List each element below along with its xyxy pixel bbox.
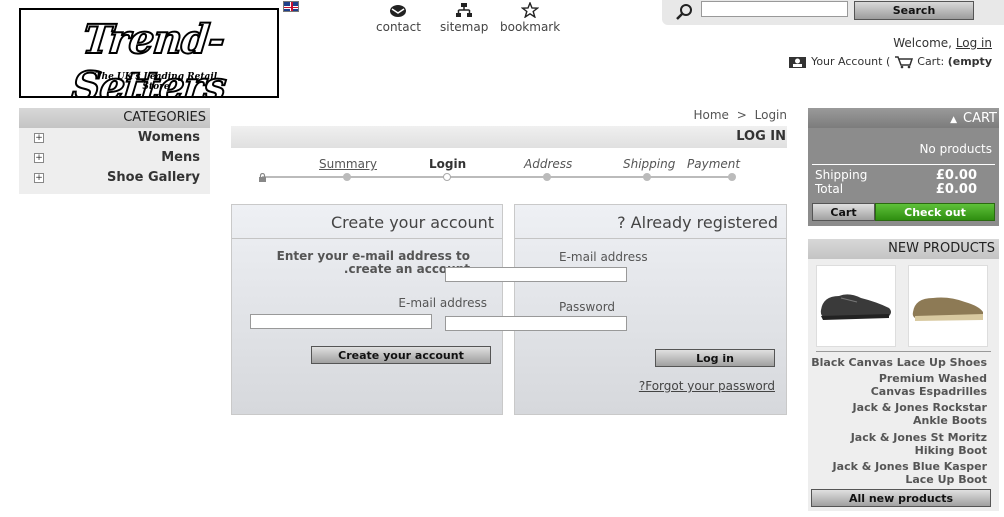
- star-icon: [520, 1, 540, 19]
- envelope-icon: [389, 2, 407, 18]
- create-account-instructions: Enter your e-mail address to .create an …: [232, 250, 470, 276]
- login-email-field[interactable]: [445, 267, 627, 282]
- already-registered-title: ? Already registered: [515, 205, 786, 239]
- category-mens[interactable]: + Mens: [19, 148, 210, 168]
- account-paren: (: [885, 55, 891, 68]
- login-link[interactable]: Log in: [956, 36, 992, 50]
- cart-link[interactable]: Cart:: [917, 55, 944, 68]
- step-dot-payment: [728, 173, 736, 181]
- category-label: Shoe Gallery: [107, 170, 200, 185]
- cart-total-row: Total £0.00: [815, 182, 977, 197]
- bookmark-link[interactable]: bookmark: [500, 1, 561, 34]
- cart-block: ▲ CART No products Shipping £0.00 Total £…: [808, 108, 999, 226]
- account-cart-line: Your Account ( Cart: (empty: [788, 55, 992, 69]
- total-value: £0.00: [935, 182, 977, 197]
- cart-shipping-row: Shipping £0.00: [815, 168, 977, 183]
- step-dot-login: [443, 173, 451, 181]
- cart-empty-text: No products: [919, 142, 992, 156]
- expand-icon[interactable]: +: [34, 173, 44, 183]
- logo-tagline: The UK's Leading Retail Store: [94, 72, 218, 92]
- sitemap-label: sitemap: [440, 20, 489, 34]
- login-button[interactable]: Log in: [655, 349, 775, 367]
- create-account-panel: Create your account Enter your e-mail ad…: [231, 204, 503, 415]
- step-dot-address: [543, 173, 551, 181]
- checkout-button[interactable]: Check out: [875, 203, 995, 221]
- step-payment: Payment: [687, 157, 741, 171]
- products-divider: [816, 351, 991, 352]
- contact-label: contact: [376, 20, 421, 34]
- product-image-espadrille[interactable]: [908, 265, 988, 347]
- breadcrumb-home[interactable]: Home: [693, 108, 728, 122]
- password-field[interactable]: [445, 316, 627, 331]
- new-products-block: NEW PRODUCTS Black Canvas Lace Up Shoes …: [808, 239, 999, 511]
- step-shipping: Shipping: [623, 157, 676, 171]
- account-icon: [788, 55, 808, 69]
- all-new-products-button[interactable]: All new products: [811, 489, 991, 507]
- site-logo[interactable]: Trend-Setters The UK's Leading Retail St…: [19, 8, 279, 98]
- cart-button[interactable]: Cart: [812, 203, 875, 221]
- collapse-arrow-icon[interactable]: ▲: [950, 115, 957, 125]
- new-products-title: NEW PRODUCTS: [808, 239, 999, 259]
- category-shoe-gallery[interactable]: + Shoe Gallery: [19, 168, 210, 188]
- password-label: Password: [559, 300, 616, 314]
- step-dot-shipping: [643, 173, 651, 181]
- create-account-title: Create your account: [232, 205, 502, 239]
- total-label: Total: [815, 182, 844, 196]
- cart-block-header: ▲ CART: [808, 108, 999, 128]
- search-input[interactable]: [701, 1, 848, 17]
- step-summary[interactable]: Summary: [319, 157, 377, 171]
- sitemap-link[interactable]: sitemap: [440, 2, 488, 34]
- step-login: Login: [429, 157, 467, 171]
- expand-icon[interactable]: +: [34, 153, 44, 163]
- lock-icon: [258, 171, 267, 182]
- login-email-label: E-mail address: [559, 250, 648, 264]
- category-label: Mens: [161, 150, 200, 165]
- uk-flag-icon[interactable]: [283, 1, 299, 12]
- cart-divider: [812, 164, 995, 165]
- welcome-text: Welcome,: [893, 36, 952, 50]
- category-label: Womens: [137, 130, 200, 145]
- contact-link[interactable]: contact: [376, 2, 421, 34]
- forgot-password-link[interactable]: ?Forgot your password: [639, 379, 775, 393]
- product-link[interactable]: Jack & Jones St Moritz Hiking Boot: [827, 431, 987, 457]
- shipping-label: Shipping: [815, 168, 868, 182]
- product-link[interactable]: Black Canvas Lace Up Shoes: [811, 356, 987, 369]
- shipping-value: £0.00: [935, 168, 977, 183]
- step-progress-line: [262, 176, 734, 178]
- breadcrumb-separator: >: [736, 108, 747, 122]
- instructions-line-2: .create an account: [343, 262, 470, 276]
- category-womens[interactable]: + Womens: [19, 128, 210, 148]
- step-dot-summary: [343, 173, 351, 181]
- search-button[interactable]: Search: [854, 1, 974, 20]
- cart-icon: [894, 55, 914, 69]
- categories-title: CATEGORIES: [19, 108, 210, 128]
- bookmark-label: bookmark: [500, 20, 561, 34]
- product-link[interactable]: Jack & Jones Blue Kasper Lace Up Boot: [827, 460, 987, 486]
- breadcrumb: Home > Login: [693, 108, 787, 122]
- cart-block-title[interactable]: CART: [963, 111, 997, 126]
- login-panel: ? Already registered E-mail address Pass…: [514, 204, 787, 415]
- your-account-link[interactable]: Your Account: [811, 55, 882, 68]
- create-account-button[interactable]: Create your account: [311, 346, 491, 364]
- sitemap-icon: [455, 2, 473, 18]
- categories-block: CATEGORIES + Womens + Mens + Shoe Gallery: [19, 108, 210, 194]
- step-address: Address: [524, 157, 573, 171]
- cart-status: (empty: [947, 55, 992, 68]
- expand-icon[interactable]: +: [34, 133, 44, 143]
- page-title: LOG IN: [231, 126, 787, 148]
- create-email-field[interactable]: [250, 314, 432, 329]
- create-email-label: E-mail address: [398, 296, 487, 310]
- search-icon: [674, 3, 694, 21]
- product-image-black-shoe[interactable]: [816, 265, 896, 347]
- breadcrumb-current: Login: [754, 108, 787, 122]
- product-link[interactable]: Premium Washed Canvas Espadrilles: [837, 372, 987, 398]
- search-bar: Search: [662, 0, 1004, 25]
- product-link[interactable]: Jack & Jones Rockstar Ankle Boots: [827, 401, 987, 427]
- welcome-line: Welcome, Log in: [893, 36, 992, 50]
